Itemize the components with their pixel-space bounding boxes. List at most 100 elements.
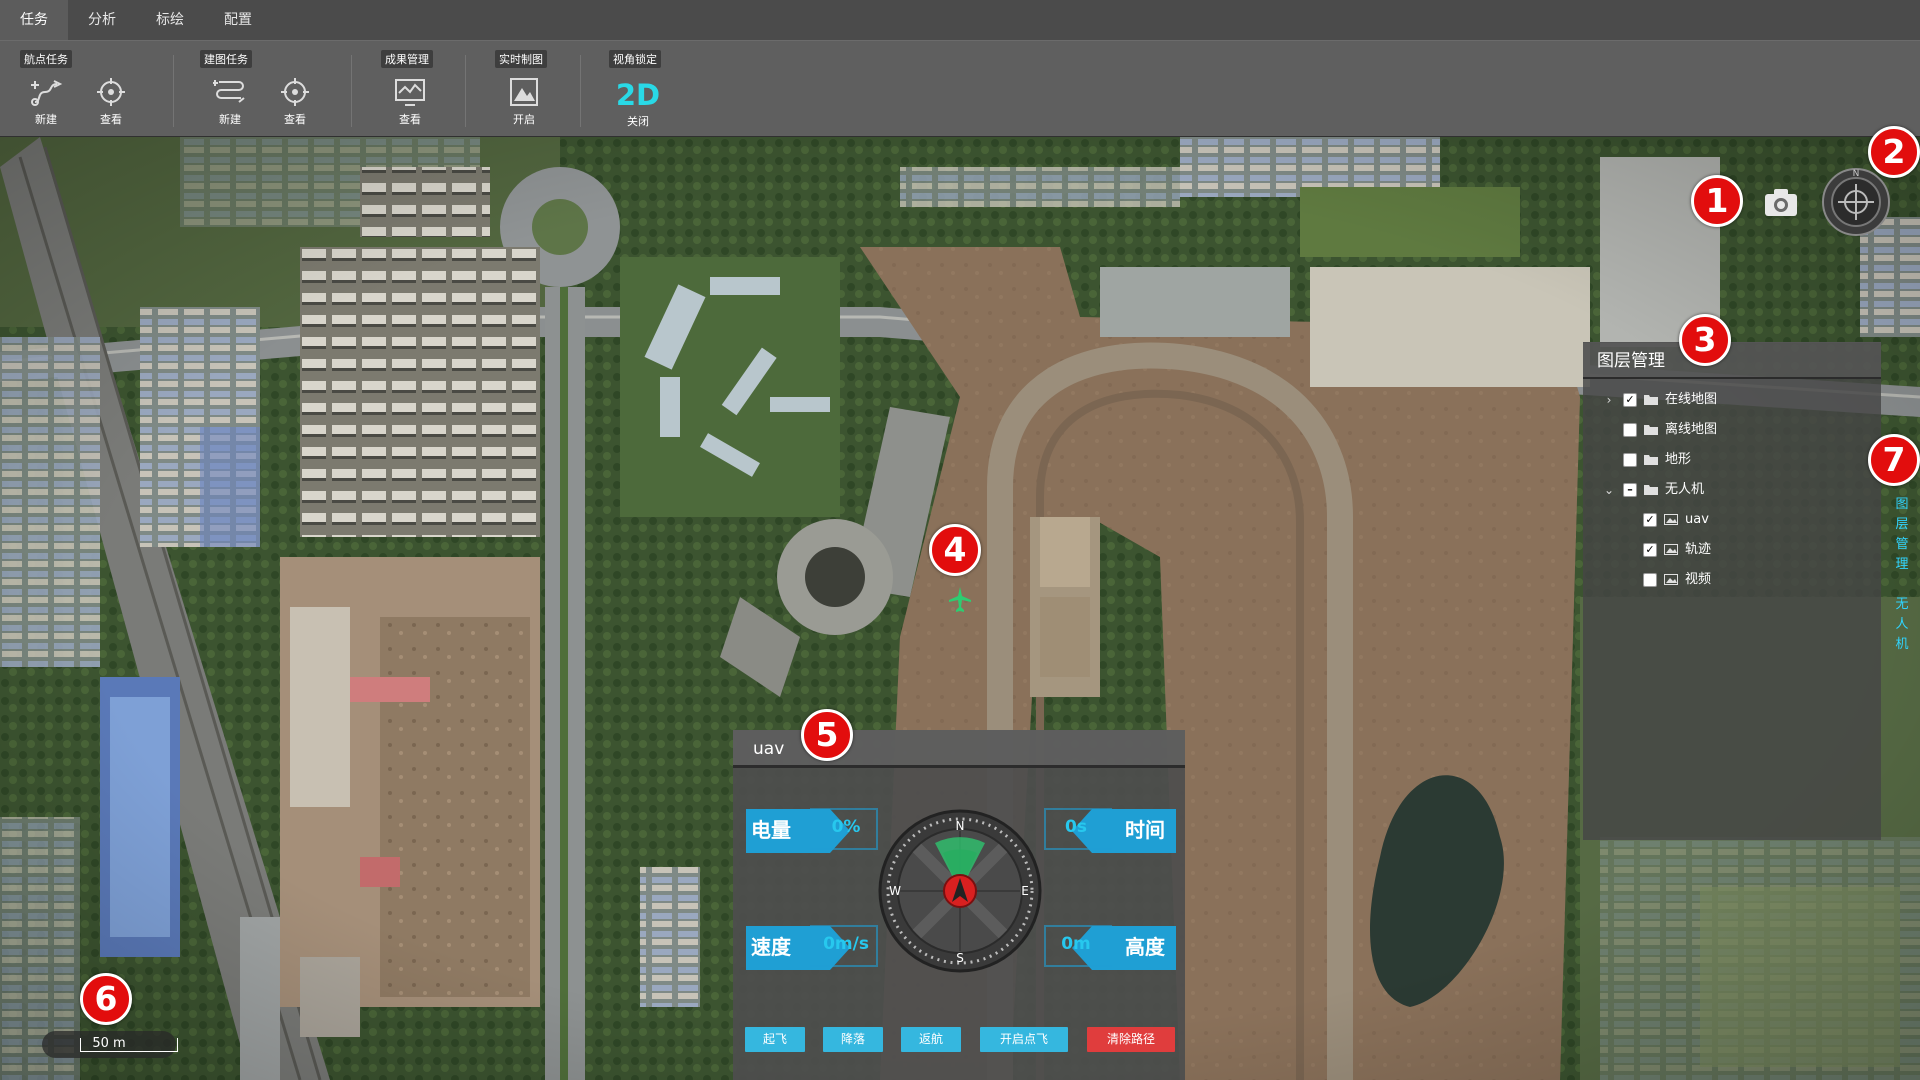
image-layer-icon (1664, 574, 1678, 585)
uav-plane-icon[interactable] (946, 585, 974, 613)
group-title: 实时制图 (495, 50, 547, 68)
image-layer-icon (1664, 514, 1678, 525)
battery-stat: 电量 0% (746, 807, 879, 853)
side-tabs: 图 层 管 理 无 人 机 (1884, 495, 1920, 655)
compass-n: N (956, 819, 965, 833)
layer-checkbox-track[interactable]: ✓ (1643, 543, 1657, 557)
layer-label: 离线地图 (1665, 422, 1718, 437)
point-flight-button[interactable]: 开启点飞 (980, 1027, 1068, 1052)
waypoint-new-button[interactable]: 新建 (21, 76, 71, 130)
battery-value: 0% (831, 817, 861, 837)
side-tab-char: 理 (1895, 557, 1909, 572)
group-title: 建图任务 (200, 50, 252, 68)
mapping-new-button[interactable]: 新建 (205, 76, 255, 130)
layer-item-drone: ⌄ – 无人机 (1583, 475, 1881, 505)
layer-panel-title: 图层管理 (1583, 343, 1881, 379)
target-view-icon (97, 78, 125, 106)
view-lock-toggle[interactable]: 2D 关闭 (613, 78, 663, 132)
layer-item-track: ✓ 轨迹 (1583, 535, 1881, 565)
view-lock-group: 视角锁定 2D 关闭 (609, 50, 671, 134)
realtime-mapping-group: 实时制图 开启 (495, 50, 557, 134)
compass-e: E (1021, 884, 1029, 898)
mapping-view-button[interactable]: 查看 (270, 76, 320, 130)
layer-checkbox-online-map[interactable]: ✓ (1623, 393, 1637, 407)
waypoint-new-label: 新建 (35, 113, 57, 126)
marker-1: 1 (1691, 175, 1743, 227)
menu-tab-config[interactable]: 配置 (204, 0, 272, 40)
group-title: 航点任务 (20, 50, 72, 68)
layer-checkbox-offline-map[interactable] (1623, 423, 1637, 437)
layer-item-online-map: › ✓ 在线地图 (1583, 385, 1881, 415)
camera-icon[interactable] (1762, 183, 1800, 221)
folder-icon (1644, 485, 1658, 495)
return-home-button[interactable]: 返航 (901, 1027, 961, 1052)
marker-6: 6 (80, 973, 132, 1025)
compass-w: W (889, 884, 901, 898)
marker-2: 2 (1868, 126, 1920, 178)
layer-checkbox-terrain[interactable] (1623, 453, 1637, 467)
image-map-icon (510, 78, 538, 106)
speed-label: 速度 (751, 935, 791, 959)
mapping-route-icon (213, 80, 245, 103)
scale-label: 50 m (92, 1036, 126, 1051)
side-tab-char: 机 (1895, 637, 1909, 652)
view-lock-close-label: 关闭 (627, 115, 649, 128)
compass-s: S (956, 951, 964, 965)
group-title: 成果管理 (381, 50, 433, 68)
side-tab-uav[interactable]: 无 人 机 (1884, 595, 1920, 655)
time-value: 0s (1065, 817, 1087, 837)
layer-checkbox-drone[interactable]: – (1623, 483, 1637, 497)
takeoff-button[interactable]: 起飞 (745, 1027, 805, 1052)
menu-tab-plot[interactable]: 标绘 (136, 0, 204, 40)
time-stat: 0s 时间 (1043, 807, 1176, 853)
side-tab-char: 管 (1895, 537, 1909, 552)
speed-value: 0m/s (823, 934, 869, 954)
layer-label: uav (1685, 512, 1709, 527)
folder-icon (1644, 425, 1658, 435)
ribbon-separator (351, 55, 352, 127)
group-title: 视角锁定 (609, 50, 661, 68)
layer-label: 视频 (1685, 572, 1712, 587)
layer-checkbox-video[interactable] (1643, 573, 1657, 587)
mapping-task-group: 建图任务 新建 查看 (200, 50, 320, 134)
realtime-open-label: 开启 (513, 113, 535, 126)
realtime-open-button[interactable]: 开启 (499, 76, 549, 130)
target-view-icon (281, 78, 309, 106)
menu-tab-task[interactable]: 任务 (0, 0, 68, 40)
clear-path-button[interactable]: 清除路径 (1087, 1027, 1175, 1052)
layer-tree: › ✓ 在线地图 离线地图 地形 ⌄ – 无人机 ✓ uav ✓ 轨迹 视频 (1583, 379, 1881, 595)
view-mode-2d: 2D (615, 78, 661, 112)
ribbon-separator (580, 55, 581, 127)
altitude-value: 0m (1061, 934, 1091, 954)
layer-item-video: 视频 (1583, 565, 1881, 595)
ribbon-separator (465, 55, 466, 127)
layer-label: 在线地图 (1665, 392, 1718, 407)
scale-bar: 50 m (42, 1031, 178, 1058)
image-layer-icon (1664, 544, 1678, 555)
side-tab-layers[interactable]: 图 层 管 理 (1884, 495, 1920, 575)
marker-4: 4 (929, 524, 981, 576)
waypoint-view-label: 查看 (100, 113, 122, 126)
ribbon-toolbar: 航点任务 新建 查看 建图任务 新建 查看 成果管理 查看 实时制图 开启 视角… (0, 40, 1920, 137)
layer-label: 轨迹 (1685, 542, 1712, 557)
folder-icon (1644, 455, 1658, 465)
mapping-view-label: 查看 (284, 113, 306, 126)
results-view-button[interactable]: 查看 (385, 76, 435, 130)
waypoint-task-group: 航点任务 新建 查看 (20, 50, 140, 134)
ribbon-separator (173, 55, 174, 127)
chevron-down-icon[interactable]: ⌄ (1603, 475, 1615, 505)
chevron-right-icon[interactable]: › (1603, 385, 1615, 415)
layer-item-terrain: 地形 (1583, 445, 1881, 475)
layer-checkbox-uav[interactable]: ✓ (1643, 513, 1657, 527)
side-tab-char: 人 (1895, 617, 1909, 632)
folder-icon (1644, 395, 1658, 405)
layer-item-uav: ✓ uav (1583, 505, 1881, 535)
waypoint-view-button[interactable]: 查看 (86, 76, 136, 130)
land-button[interactable]: 降落 (823, 1027, 883, 1052)
menu-tab-analysis[interactable]: 分析 (68, 0, 136, 40)
marker-3: 3 (1679, 314, 1731, 366)
compass-icon[interactable]: N (1820, 166, 1892, 238)
layer-label: 地形 (1665, 452, 1692, 467)
layer-management-panel: 图层管理 › ✓ 在线地图 离线地图 地形 ⌄ – 无人机 ✓ uav ✓ 轨迹… (1583, 342, 1881, 840)
side-tab-char: 图 (1895, 497, 1909, 512)
